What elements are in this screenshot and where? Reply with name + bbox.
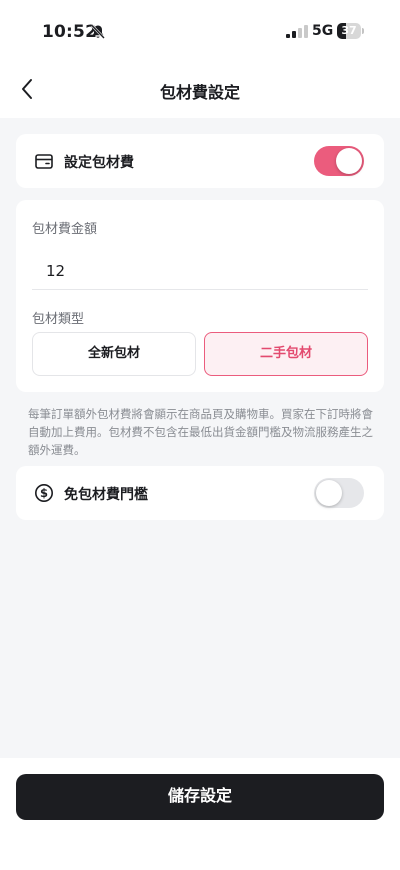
signal-icon — [286, 25, 308, 38]
status-bar: 10:52 5G 37 — [0, 0, 400, 60]
battery-level: 37 — [341, 24, 357, 37]
packaging-fee-toggle[interactable] — [314, 146, 364, 176]
packaging-type-label: 包材類型 — [32, 312, 85, 327]
svg-text:$: $ — [40, 486, 48, 500]
free-threshold-card: $ 免包材費門檻 — [16, 466, 384, 520]
free-threshold-toggle[interactable] — [314, 478, 364, 508]
bell-off-icon — [91, 24, 105, 39]
package-icon — [35, 154, 53, 169]
nav-bar: 包材費設定 — [0, 60, 400, 118]
packaging-type-new-button[interactable]: 全新包材 — [32, 332, 196, 376]
toggle-knob — [316, 480, 342, 506]
dollar-circle-icon: $ — [35, 484, 53, 502]
save-settings-button[interactable]: 儲存設定 — [16, 774, 384, 820]
network-label: 5G — [312, 23, 334, 39]
packaging-type-used-button[interactable]: 二手包材 — [204, 332, 368, 376]
fee-amount-label: 包材費金額 — [32, 222, 98, 237]
toggle-knob — [336, 148, 362, 174]
bottom-panel: 儲存設定 — [0, 758, 400, 870]
fee-amount-input[interactable] — [32, 252, 368, 290]
packaging-fee-toggle-card: 設定包材費 — [16, 134, 384, 188]
packaging-fee-detail-card: 包材費金額 包材類型 全新包材 二手包材 — [16, 200, 384, 392]
battery-icon: 37 — [337, 23, 365, 39]
free-threshold-label: 免包材費門檻 — [64, 487, 148, 503]
help-text: 每筆訂單額外包材費將會顯示在商品頁及購物車。買家在下訂時將會自動加上費用。包材費… — [28, 407, 373, 457]
page-title: 包材費設定 — [159, 83, 240, 102]
status-time: 10:52 — [42, 22, 98, 42]
packaging-fee-label: 設定包材費 — [64, 155, 134, 171]
